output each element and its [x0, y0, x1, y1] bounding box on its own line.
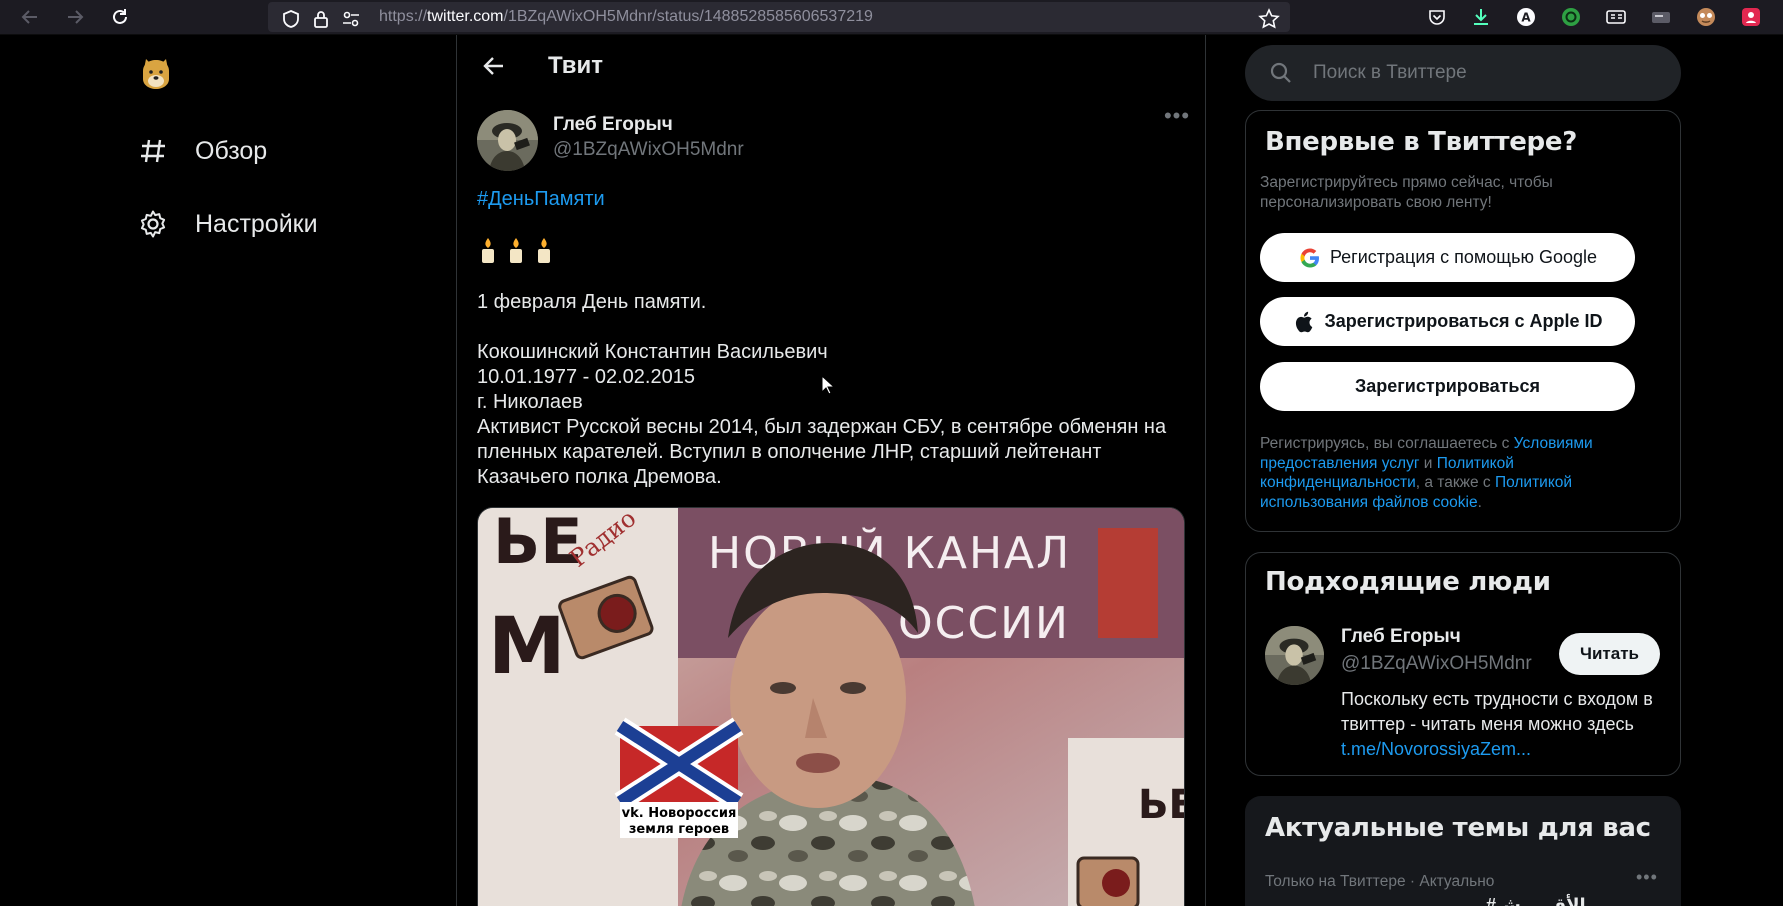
extension-green-icon[interactable] — [1559, 5, 1583, 29]
pocket-icon[interactable] — [1425, 5, 1449, 29]
tweet-photo[interactable]: ЬЕ М Радио НОВЫЙ КАНАЛ ОССИИ ЬЕ — [477, 507, 1185, 906]
tweet-column: Твит Глеб Егорыч @1BZqAWixOH5Mdnr ••• #Д… — [456, 35, 1206, 906]
mouse-cursor-icon — [821, 374, 836, 395]
apple-signup-label: Зарегистрироваться с Apple ID — [1324, 311, 1603, 331]
who-to-follow-title: Подходящие люди — [1265, 567, 1551, 597]
follow-button[interactable]: Читать — [1559, 633, 1660, 675]
gear-icon — [138, 209, 168, 239]
media-text: ЬЕ — [493, 508, 583, 578]
lock-icon[interactable] — [308, 6, 334, 32]
tweet-line: Активист Русской весны 2014, был задержа… — [477, 416, 1167, 488]
sidebar-item-label: Настройки — [195, 209, 318, 238]
back-icon[interactable] — [17, 4, 43, 30]
page-title: Твит — [548, 52, 604, 79]
signup-title: Впервые в Твиттере? — [1265, 127, 1577, 157]
suggested-user-avatar[interactable] — [1265, 626, 1324, 685]
tweet-line: 1 февраля День памяти. — [477, 291, 707, 313]
search-input[interactable] — [1313, 45, 1663, 101]
author-avatar[interactable] — [477, 110, 538, 171]
bookmark-star-icon[interactable] — [1256, 6, 1282, 32]
media-text: М — [488, 602, 566, 692]
media-text: ОССИИ — [898, 598, 1070, 649]
logo-icon[interactable] — [139, 57, 173, 91]
signup-subtitle: Зарегистрируйтесь прямо сейчас, чтобы пе… — [1260, 174, 1553, 211]
hashtag-icon — [138, 136, 168, 166]
forward-icon[interactable] — [62, 4, 88, 30]
extension-a-icon[interactable]: A — [1514, 5, 1538, 29]
browser-toolbar: https://twitter.com/1BZqAWixOH5Mdnr/stat… — [0, 0, 1783, 35]
tweet-hashtag-link[interactable]: #ДеньПамяти — [477, 188, 605, 211]
suggested-user-bio: Поскольку есть трудности с входом в твит… — [1341, 689, 1653, 759]
google-icon — [1298, 246, 1322, 270]
site-permissions-icon[interactable] — [338, 6, 364, 32]
svg-text:A: A — [1521, 11, 1531, 25]
candle-icon — [482, 238, 494, 263]
search-box[interactable] — [1245, 45, 1681, 101]
back-arrow-icon[interactable] — [479, 51, 509, 81]
suggested-user-handle[interactable]: @1BZqAWixOH5Mdnr — [1341, 653, 1532, 675]
reader-extension-icon[interactable] — [1604, 5, 1628, 29]
shield-icon[interactable] — [278, 6, 304, 32]
apple-signup-button[interactable]: Зарегистрироваться с Apple ID — [1260, 297, 1635, 346]
candle-emojis — [477, 236, 555, 264]
search-icon — [1269, 61, 1293, 85]
url-bar[interactable]: https://twitter.com/1BZqAWixOH5Mdnr/stat… — [268, 2, 1290, 32]
extension-card-icon[interactable] — [1649, 5, 1673, 29]
trend-more-icon[interactable]: ••• — [1636, 867, 1658, 888]
tweet-line: Кокошинский Константин Васильевич — [477, 341, 828, 363]
extension-face-icon[interactable] — [1694, 5, 1718, 29]
downloads-icon[interactable] — [1469, 5, 1493, 29]
candle-icon — [538, 238, 550, 263]
author-handle[interactable]: @1BZqAWixOH5Mdnr — [553, 139, 744, 161]
sidebar-item-settings[interactable]: Настройки — [138, 200, 318, 248]
flag-caption: vk. Новороссия — [622, 806, 737, 821]
register-label: Зарегистрироваться — [1355, 376, 1540, 396]
trend-name[interactable]: #الأقـ ـ ـ ش — [1486, 895, 1586, 906]
signup-card: Впервые в Твиттере? Зарегистрируйтесь пр… — [1245, 110, 1681, 532]
trends-card: Актуальные темы для вас Только на Твитте… — [1245, 796, 1681, 906]
flag-caption: земля героев — [629, 822, 729, 837]
author-name[interactable]: Глеб Егорыч — [553, 114, 673, 136]
bio-link[interactable]: t.me/NovorossiyaZem... — [1341, 739, 1531, 759]
more-options-icon[interactable]: ••• — [1159, 101, 1195, 131]
trends-title: Актуальные темы для вас — [1265, 813, 1651, 843]
terms-text: Регистрируясь, вы соглашаетесь с Условия… — [1260, 435, 1593, 511]
candle-icon — [510, 238, 522, 263]
media-text: ЬЕ — [1138, 782, 1185, 828]
register-button[interactable]: Зарегистрироваться — [1260, 362, 1635, 411]
extension-red-icon[interactable] — [1739, 5, 1763, 29]
who-to-follow-card: Подходящие люди Глеб Егорыч @1BZqAWixOH5… — [1245, 552, 1681, 776]
trend-meta: Только на Твиттере · Актуально — [1265, 873, 1495, 890]
apple-icon — [1293, 310, 1317, 334]
google-signup-button[interactable]: Регистрация с помощью Google — [1260, 233, 1635, 282]
suggested-user-name[interactable]: Глеб Егорыч — [1341, 626, 1461, 648]
sidebar-item-explore[interactable]: Обзор — [138, 127, 267, 175]
reload-icon[interactable] — [107, 4, 133, 30]
sidebar-item-label: Обзор — [195, 136, 268, 165]
google-signup-label: Регистрация с помощью Google — [1329, 247, 1598, 267]
url-text: https://twitter.com/1BZqAWixOH5Mdnr/stat… — [379, 8, 873, 25]
